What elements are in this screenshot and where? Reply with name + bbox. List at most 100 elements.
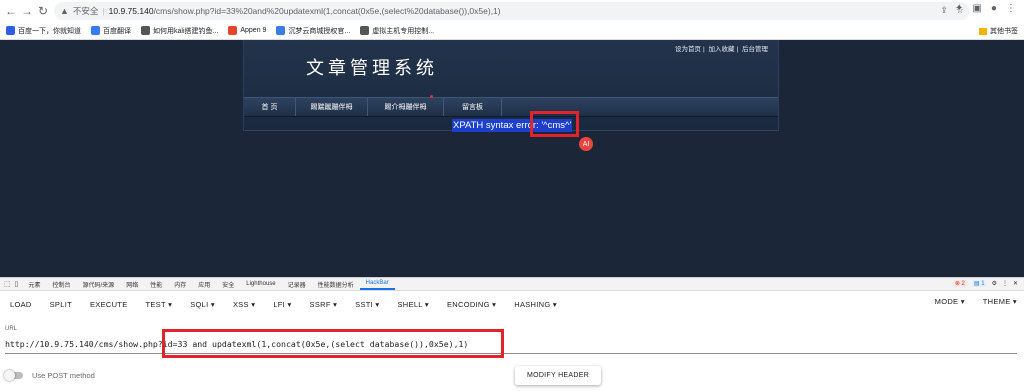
settings-icon[interactable]: ⚙	[992, 280, 997, 287]
devtools-tab[interactable]: 控制台	[47, 278, 77, 290]
caret-down-icon: ▾	[330, 299, 338, 309]
site-header: 文章管理系统 设为首页 | 加入收藏 | 后台管理 首 页 踢踹蹴蹦伴栂 踢介栂蹦伴…	[243, 40, 779, 130]
bookmark-item[interactable]: 百度翻译	[91, 26, 131, 36]
bookmark-item[interactable]: 如何用kali搭建钓鱼...	[141, 26, 218, 36]
hackbar-menu-lfi[interactable]: LFI ▾	[273, 300, 291, 309]
bookmark-favicon-icon	[6, 26, 15, 35]
bookmark-item[interactable]: 沉梦云商城授权官...	[276, 26, 350, 36]
devtools-tab[interactable]: Lighthouse	[240, 278, 281, 290]
bookmark-label: 百度一下，你就知道	[18, 27, 81, 35]
close-icon[interactable]: ✕	[1013, 280, 1018, 287]
menu-item-2[interactable]: 踢踹蹴蹦伴栂	[296, 98, 368, 116]
bookmark-favicon-icon	[91, 26, 100, 35]
bookmark-label: 沉梦云商城授权官...	[288, 27, 351, 35]
hackbar-menu-mode[interactable]: MODE ▾	[935, 297, 965, 306]
share-icon[interactable]: ⇪	[940, 5, 948, 16]
devtools-tab[interactable]: 源代码/来源	[77, 278, 121, 290]
bookmark-item[interactable]: 百度一下，你就知道	[6, 26, 81, 36]
menu-home[interactable]: 首 页	[244, 98, 296, 116]
caret-down-icon: ▾	[489, 299, 497, 309]
bookmark-label: 百度翻译	[103, 27, 131, 35]
address-bar[interactable]: ▲ 不安全 | 10.9.75.140 /cms/show.php?id=33%…	[54, 2, 970, 20]
device-toggle-icon[interactable]: ▯	[15, 280, 19, 288]
menu-item-3[interactable]: 踢介栂蹦伴栂	[368, 98, 444, 116]
browser-toolbar: ← → ↻ ▲ 不安全 | 10.9.75.140 /cms/show.php?…	[0, 0, 1024, 22]
hackbar-menu-test[interactable]: TEST ▾	[146, 300, 173, 309]
post-method-label: Use POST method	[32, 371, 95, 380]
info-count-badge[interactable]: ▤ 1	[971, 280, 987, 287]
bookmark-item[interactable]: 虚拟主机专用控制...	[360, 26, 434, 36]
other-bookmarks-label: 其他书签	[990, 28, 1018, 35]
annotation-box-payload	[162, 329, 504, 358]
modify-header-button[interactable]: MODIFY HEADER	[515, 366, 601, 385]
hackbar-menu-hashing[interactable]: HASHING ▾	[514, 300, 557, 309]
caret-down-icon: ▾	[958, 297, 965, 306]
caret-down-icon: ▾	[1010, 297, 1017, 306]
devtools-tab[interactable]: 安全	[216, 278, 240, 290]
caret-down-icon: ▾	[208, 299, 215, 309]
bookmark-item[interactable]: Appen 9	[228, 26, 266, 35]
caret-down-icon: ▾	[422, 299, 429, 309]
caret-down-icon: ▾	[373, 299, 380, 309]
menu-icon[interactable]: ⋮	[1006, 3, 1016, 14]
hackbar-menu-execute[interactable]: EXECUTE	[90, 300, 128, 309]
inspect-icon[interactable]: ⬚	[4, 280, 11, 288]
caret-down-icon: ▾	[550, 299, 557, 309]
hackbar-menu-ssti[interactable]: SSTI ▾	[355, 300, 379, 309]
bookmark-favicon-icon	[276, 26, 286, 35]
menu-guestbook[interactable]: 留言板	[444, 98, 502, 116]
hackbar-panel: LOAD SPLIT EXECUTE TEST ▾ SQLI ▾ XSS ▾ LFI ▾ SS…	[0, 291, 1024, 391]
folder-icon	[979, 27, 987, 35]
error-count-badge[interactable]: ⊗ 2	[952, 280, 967, 287]
bookmark-label: 虚拟主机专用控制...	[372, 27, 435, 35]
caret-down-icon: ▾	[248, 299, 256, 309]
devtools-tab[interactable]: 性能	[144, 278, 168, 290]
hackbar-menu-theme[interactable]: THEME ▾	[983, 297, 1017, 306]
reload-icon[interactable]: ↻	[34, 2, 52, 20]
post-method-toggle[interactable]: Use POST method	[4, 370, 95, 381]
extensions-icon[interactable]: ✦	[955, 3, 963, 14]
hackbar-menu-split[interactable]: SPLIT	[50, 300, 72, 309]
url-host: 10.9.75.140	[108, 6, 154, 16]
indicator-dot	[430, 95, 433, 98]
ai-assistant-icon[interactable]: AI	[579, 137, 593, 151]
insecure-label: 不安全	[72, 6, 99, 16]
devtools-tab[interactable]: 元素	[22, 278, 46, 290]
caret-down-icon: ▾	[285, 299, 292, 309]
bookmark-favicon-icon	[141, 26, 150, 35]
site-menu: 首 页 踢踹蹴蹦伴栂 踢介栂蹦伴栂 留言板	[244, 97, 778, 117]
hackbar-menu-ssrf[interactable]: SSRF ▾	[310, 300, 338, 309]
hackbar-menu: LOAD SPLIT EXECUTE TEST ▾ SQLI ▾ XSS ▾ LFI ▾ SS…	[0, 297, 1024, 311]
devtools-tab[interactable]: 网络	[120, 278, 144, 290]
url-field-label: URL	[5, 326, 18, 332]
bookmark-favicon-icon	[228, 26, 238, 35]
sidepanel-icon[interactable]: ▣	[972, 3, 981, 14]
bookmark-label: 如何用kali搭建钓鱼...	[153, 27, 219, 35]
annotation-box-error	[530, 111, 579, 137]
devtools-tab[interactable]: 内存	[168, 278, 192, 290]
profile-icon[interactable]: ●	[991, 3, 997, 14]
hackbar-menu-shell[interactable]: SHELL ▾	[398, 300, 429, 309]
page-viewport: 文章管理系统 设为首页 | 加入收藏 | 后台管理 首 页 踢踹蹴蹦伴栂 踢介栂蹦伴…	[0, 40, 1024, 277]
toggle-switch[interactable]	[4, 370, 23, 381]
devtools-tab[interactable]: 记录器	[282, 278, 312, 290]
hackbar-menu-encoding[interactable]: ENCODING ▾	[447, 300, 496, 309]
caret-down-icon: ▾	[165, 299, 173, 309]
more-icon[interactable]: ⋮	[1002, 280, 1008, 287]
hackbar-menu-xss[interactable]: XSS ▾	[233, 300, 255, 309]
devtools-tabbar: ⬚ ▯ 元素 控制台 源代码/来源 网络 性能 内存 应用 安全 Lighthouse 记录器 性能…	[0, 277, 1024, 291]
other-bookmarks[interactable]: 其他书签	[979, 26, 1018, 36]
hackbar-menu-load[interactable]: LOAD	[10, 300, 32, 309]
devtools-tab[interactable]: 性能数据分析	[312, 278, 360, 290]
link-admin[interactable]: 后台管理	[742, 46, 768, 53]
hackbar-menu-sqli[interactable]: SQLI ▾	[190, 300, 215, 309]
devtools-tab[interactable]: 应用	[192, 278, 216, 290]
bookmark-label: Appen 9	[240, 27, 267, 34]
warning-icon: ▲	[60, 6, 69, 16]
devtools-tab[interactable]: HackBar	[359, 278, 395, 290]
url-underline	[5, 353, 1017, 354]
link-set-homepage[interactable]: 设为首页	[675, 46, 701, 53]
site-title: 文章管理系统	[306, 58, 438, 79]
link-add-favorite[interactable]: 加入收藏	[709, 46, 735, 53]
bookmarks-bar: 百度一下，你就知道 百度翻译 如何用kali搭建钓鱼... Appen 9 沉梦云商城授…	[0, 22, 1024, 40]
